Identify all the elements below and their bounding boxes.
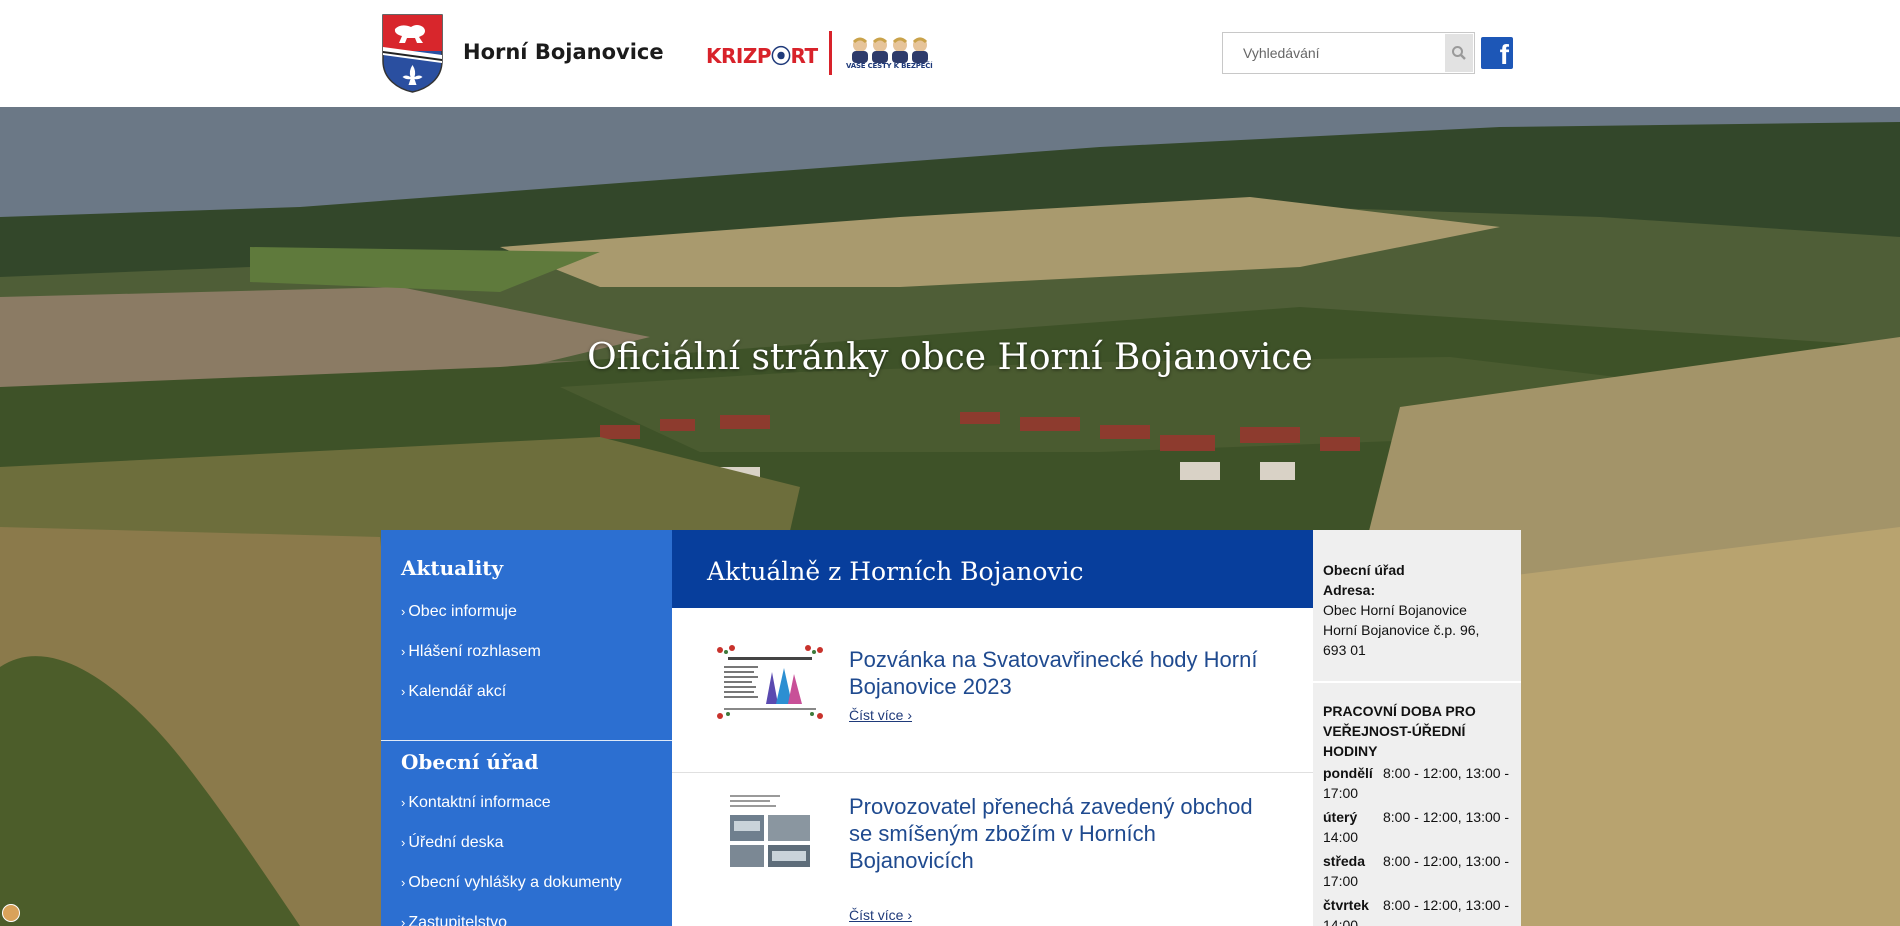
hours-row: středa 8:00 - 12:00, 13:00 - 17:00	[1323, 851, 1518, 891]
search-box	[1222, 32, 1475, 74]
nav-item-kontaktni-informace[interactable]: › Kontaktní informace	[381, 783, 672, 823]
hours-row: čtvrtek 8:00 - 12:00, 13:00 - 14:00	[1323, 895, 1518, 926]
site-name[interactable]: Horní Bojanovice	[463, 40, 664, 64]
office-info-panel: Obecní úřad Adresa: Obec Horní Bojanovic…	[1313, 530, 1521, 926]
address-line: Horní Bojanovice č.p. 96,	[1323, 622, 1480, 638]
chevron-right-icon: ›	[401, 835, 406, 850]
nav-item-obecni-vyhlasky[interactable]: › Obecní vyhlášky a dokumenty	[381, 863, 672, 903]
hours-day: čtvrtek	[1323, 897, 1369, 913]
info-divider	[1313, 681, 1521, 683]
cookie-icon[interactable]	[2, 904, 20, 922]
chevron-right-icon: ›	[401, 684, 406, 699]
crew-label: VAŠE CESTY K BEZPEČÍ	[846, 62, 933, 70]
side-navigation: Aktuality › Obec informuje › Hlášení rozhl…	[381, 530, 672, 926]
nav-item-label: Kontaktní informace	[408, 794, 551, 811]
search-icon	[1452, 46, 1466, 60]
search-button[interactable]	[1445, 34, 1473, 72]
office-hours-title: PRACOVNÍ DOBA PRO VEŘEJNOST-ÚŘEDNÍ HODIN…	[1323, 703, 1476, 759]
nav-item-obec-informuje[interactable]: › Obec informuje	[381, 592, 672, 632]
hero-title: Oficiální stránky obce Horní Bojanovice	[587, 337, 1313, 378]
logo-divider	[829, 31, 832, 75]
chevron-right-icon: ›	[401, 875, 406, 890]
nav-section-obecni-urad[interactable]: Obecní úřad	[381, 749, 672, 783]
news-panel: Aktuálně z Horních Bojanovic Pozvánka na…	[672, 530, 1313, 926]
nav-item-label: Kalendář akcí	[408, 683, 507, 700]
hours-row: pondělí 8:00 - 12:00, 13:00 - 17:00	[1323, 763, 1518, 803]
article-title[interactable]: Pozvánka na Svatovavřinecké hody Horní B…	[849, 646, 1279, 700]
invitation-thumbnail-image	[714, 644, 826, 722]
chevron-right-icon: ›	[401, 795, 406, 810]
shop-thumbnail-image	[714, 791, 826, 875]
article-thumbnail[interactable]	[714, 791, 826, 875]
nav-item-uredni-deska[interactable]: › Úřední deska	[381, 823, 672, 863]
hours-day: pondělí	[1323, 765, 1373, 781]
read-more-link[interactable]: Číst více ›	[849, 707, 912, 723]
krizport-logo[interactable]: KRIZP⦿RT	[706, 36, 818, 72]
facebook-icon[interactable]: f	[1481, 37, 1513, 69]
hours-day: úterý	[1323, 809, 1358, 825]
facebook-glyph: f	[1499, 39, 1509, 69]
news-article: Provozovatel přenechá zavedený obchod se…	[672, 773, 1313, 926]
news-article: Pozvánka na Svatovavřinecké hody Horní B…	[672, 608, 1313, 773]
address-line: Obec Horní Bojanovice	[1323, 602, 1467, 618]
article-title[interactable]: Provozovatel přenechá zavedený obchod se…	[849, 793, 1279, 874]
nav-item-zastupitelstvo[interactable]: › Zastupitelstvo	[381, 903, 672, 926]
nav-item-label: Úřední deska	[408, 834, 504, 851]
coat-of-arms-icon[interactable]	[381, 13, 444, 93]
address-line: 693 01	[1323, 642, 1366, 658]
chevron-right-icon: ›	[401, 915, 406, 926]
nav-section-aktuality[interactable]: Aktuality	[381, 554, 672, 592]
nav-item-label: Obecní vyhlášky a dokumenty	[408, 874, 622, 891]
office-title: Obecní úřad	[1323, 562, 1405, 578]
krizport-text: KRIZP⦿RT	[706, 43, 818, 68]
nav-divider	[381, 740, 672, 741]
nav-item-hlaseni-rozhlasem[interactable]: › Hlášení rozhlasem	[381, 632, 672, 672]
hours-day: středa	[1323, 853, 1366, 869]
nav-item-label: Hlášení rozhlasem	[408, 643, 541, 660]
address-label: Adresa:	[1323, 582, 1376, 598]
nav-item-label: Zastupitelstvo	[408, 914, 508, 926]
read-more-link[interactable]: Číst více ›	[849, 907, 912, 923]
nav-item-kalendar-akci[interactable]: › Kalendář akcí	[381, 672, 672, 712]
news-heading: Aktuálně z Horních Bojanovic	[672, 530, 1313, 608]
chevron-right-icon: ›	[401, 604, 406, 619]
nav-item-label: Obec informuje	[408, 603, 517, 620]
chevron-right-icon: ›	[401, 644, 406, 659]
hours-row: úterý 8:00 - 12:00, 13:00 - 14:00	[1323, 807, 1518, 847]
site-header: Horní Bojanovice KRIZP⦿RT VAŠE CESTY K B…	[0, 0, 1900, 107]
search-input[interactable]	[1223, 33, 1444, 73]
article-thumbnail[interactable]	[714, 644, 826, 722]
